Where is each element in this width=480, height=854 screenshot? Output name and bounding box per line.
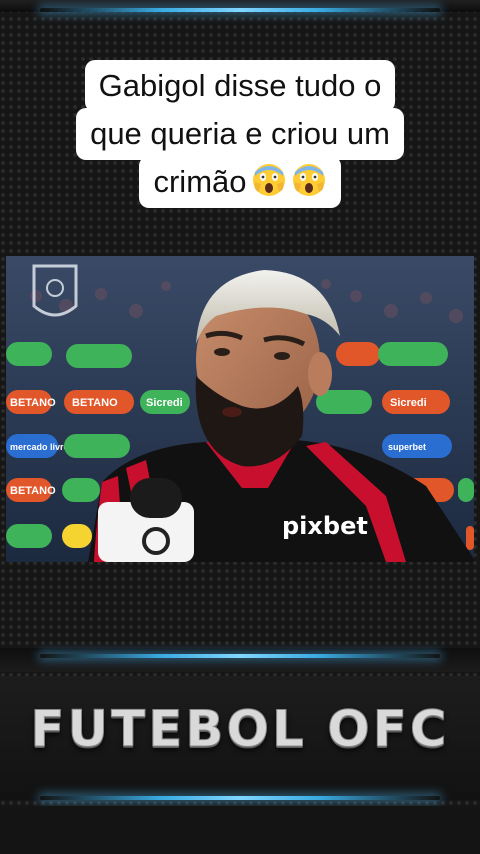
ad-board-text: Sicredi [390, 397, 427, 409]
caption-line-1: Gabigol disse tudo o [84, 60, 396, 112]
caption-line-3: crimão [139, 156, 341, 208]
face-screaming-in-fear-icon [252, 164, 285, 196]
bottom-glow-line [40, 796, 440, 800]
video-frame[interactable]: BETANO BETANO Sicredi mercado livre BETA… [6, 256, 474, 562]
ad-board-text: superbet [388, 442, 426, 452]
ad-board-text: BETANO [10, 485, 56, 497]
ad-board-text: BETANO [10, 397, 56, 409]
ad-board-text: Sicredi [146, 397, 183, 409]
caption-line-2: que queria e criou um [76, 108, 404, 160]
ad-board-text: mercado livre [10, 442, 69, 452]
ad-board-text: BETANO [72, 397, 118, 409]
lower-band [0, 648, 480, 672]
caption-line-3-text: crimão [153, 164, 247, 199]
top-glow-line [40, 8, 440, 12]
face-screaming-in-fear-icon [292, 164, 325, 196]
video-still: BETANO BETANO Sicredi mercado livre BETA… [6, 256, 474, 562]
caption: Gabigol disse tudo o que queria e criou … [0, 60, 480, 208]
jersey-sponsor-text: pixbet [282, 512, 368, 540]
bottom-band [0, 806, 480, 854]
channel-brand-title: FUTEBOL OFC [30, 700, 450, 759]
mid-glow-line [40, 654, 440, 658]
app-frame: Gabigol disse tudo o que queria e criou … [0, 0, 480, 854]
